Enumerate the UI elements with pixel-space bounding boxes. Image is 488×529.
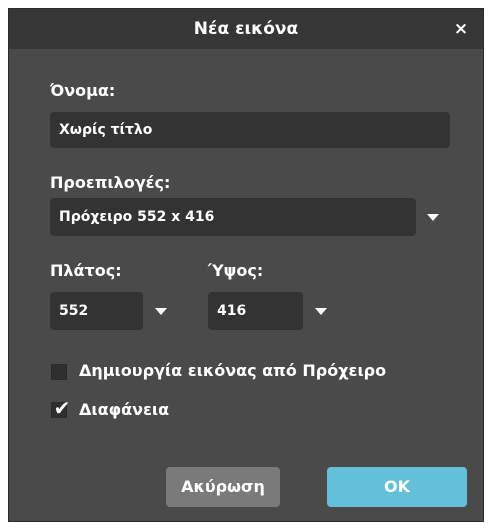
- height-label: Ύψος:: [208, 261, 264, 280]
- clipboard-checkbox-label[interactable]: Δημιουργία εικόνας από Πρόχειρο: [79, 361, 386, 380]
- new-image-dialog: Νέα εικόνα × Όνομα: Χωρίς τίτλο Προεπιλο…: [8, 8, 484, 522]
- dialog-title: Νέα εικόνα: [193, 19, 299, 39]
- presets-select[interactable]: Πρόχειρο 552 x 416: [50, 198, 416, 236]
- checkmark-icon: ✔: [53, 396, 71, 420]
- presets-label: Προεπιλογές:: [50, 173, 171, 192]
- cancel-button[interactable]: Ακύρωση: [166, 467, 280, 507]
- transparency-checkbox-label[interactable]: Διαφάνεια: [79, 400, 169, 419]
- chevron-down-icon[interactable]: [427, 214, 439, 221]
- name-input[interactable]: Χωρίς τίτλο: [50, 112, 450, 148]
- close-icon[interactable]: ×: [451, 18, 471, 40]
- name-label: Όνομα:: [50, 81, 116, 100]
- ok-button[interactable]: OK: [327, 467, 467, 507]
- chevron-down-icon[interactable]: [315, 308, 327, 315]
- clipboard-checkbox[interactable]: [51, 364, 67, 380]
- transparency-checkbox[interactable]: ✔: [51, 397, 70, 419]
- chevron-down-icon[interactable]: [155, 308, 167, 315]
- height-input[interactable]: 416: [208, 292, 303, 330]
- width-input[interactable]: 552: [50, 292, 143, 330]
- width-label: Πλάτος:: [50, 261, 122, 280]
- dialog-titlebar: Νέα εικόνα ×: [9, 9, 483, 49]
